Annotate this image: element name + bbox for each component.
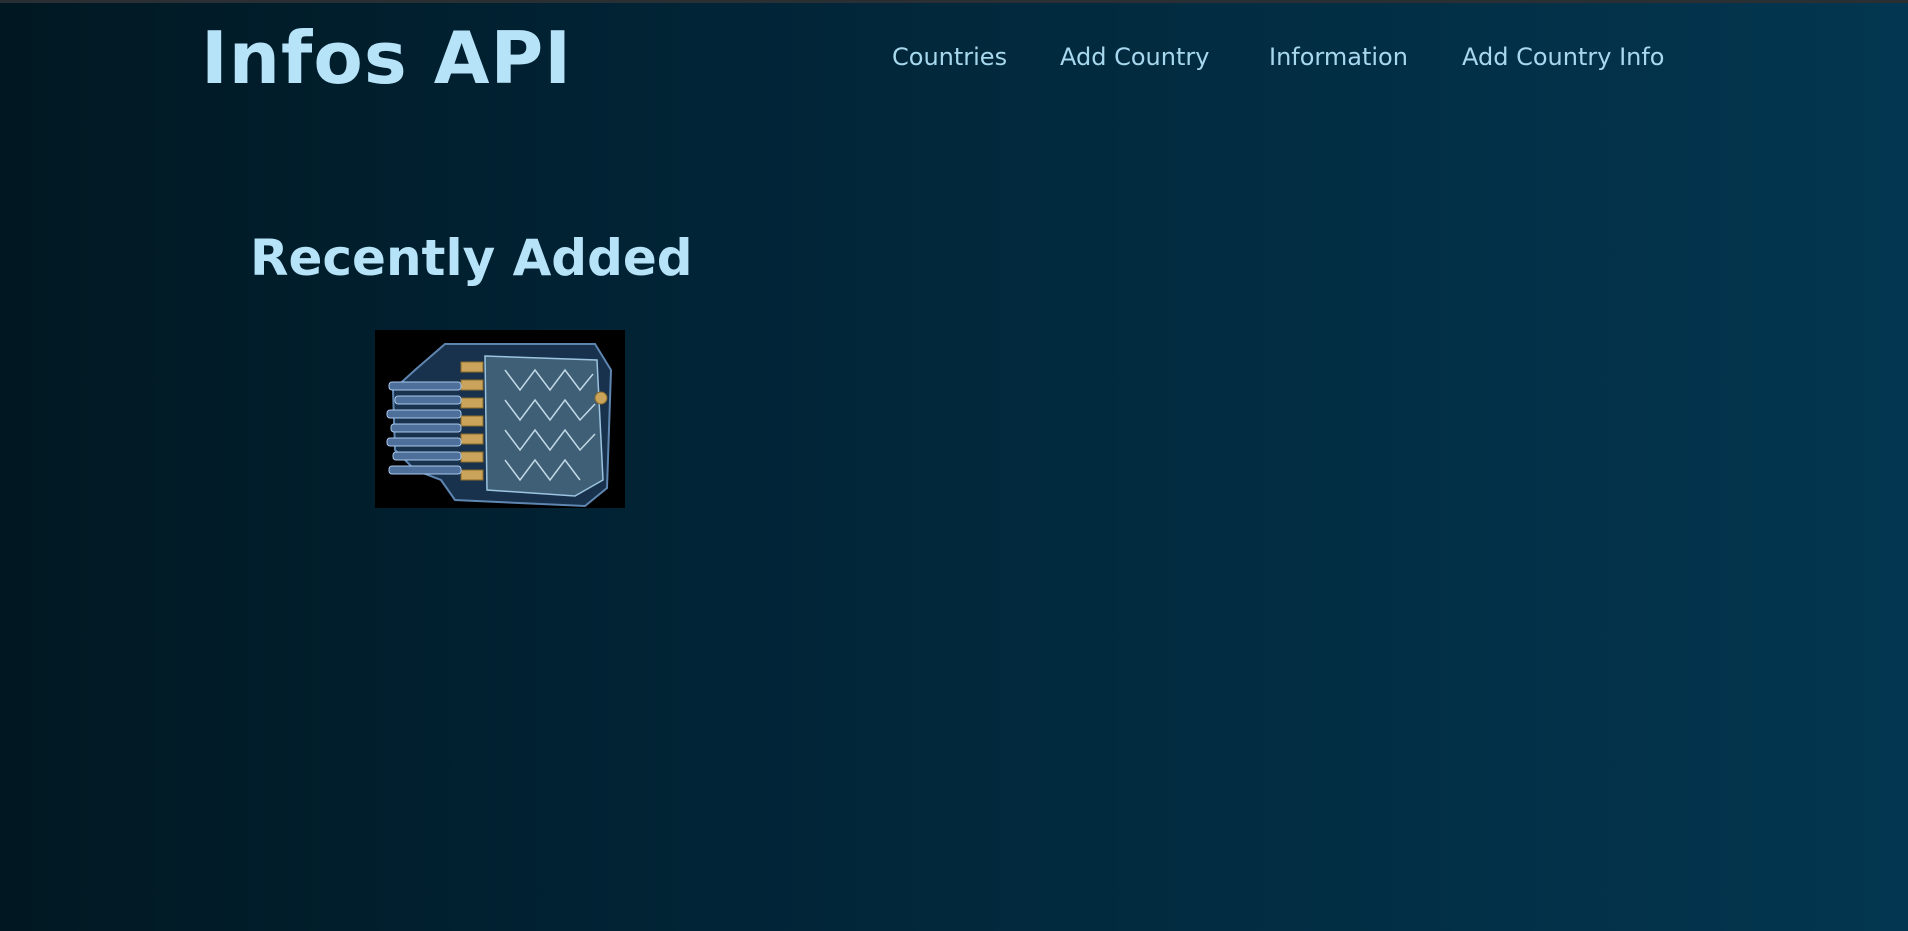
nav-information[interactable]: Information	[1269, 42, 1408, 72]
rj45-connector-image	[375, 330, 625, 508]
main-nav: Countries Add Country Information Add Co…	[0, 42, 1908, 72]
nav-countries[interactable]: Countries	[892, 42, 1007, 72]
nav-add-country[interactable]: Add Country	[1060, 42, 1209, 72]
recent-item-image[interactable]	[375, 330, 625, 508]
top-border	[0, 0, 1908, 3]
recently-added-title: Recently Added	[250, 229, 693, 287]
nav-add-country-info[interactable]: Add Country Info	[1462, 42, 1665, 72]
